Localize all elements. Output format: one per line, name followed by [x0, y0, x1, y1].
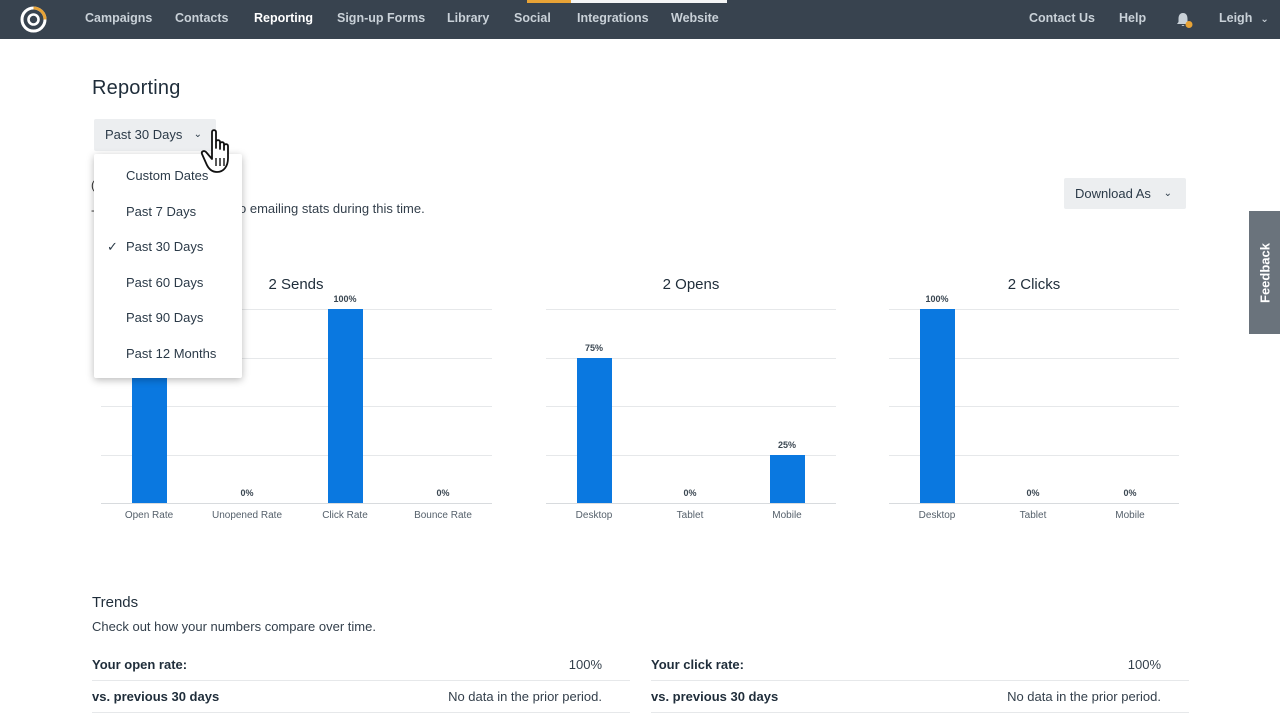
trend-value: 100% — [1127, 657, 1161, 672]
category-label: Open Rate — [124, 510, 174, 521]
chart-gridline — [546, 309, 836, 310]
checkmark-icon: ✓ — [107, 239, 118, 254]
feedback-tab[interactable]: Feedback — [1249, 211, 1280, 334]
bar-data-label: 0% — [1026, 488, 1040, 498]
chart-title: 2 Clicks — [1007, 276, 1061, 293]
trend-value: 100% — [568, 657, 602, 672]
stats-hint-text: o emailing stats during this time. — [239, 201, 425, 216]
chart-title: 2 Sends — [268, 276, 324, 293]
menu-item-label: Past 60 Days — [126, 275, 204, 290]
menu-item-past-12-months[interactable]: Past 12 Months — [94, 337, 242, 371]
logo-icon[interactable] — [20, 6, 47, 33]
user-menu[interactable]: Leigh ⌄ — [1219, 0, 1269, 39]
trend-label: Your open rate: — [92, 657, 188, 672]
menu-item-label: Past 30 Days — [126, 239, 204, 254]
nav-social[interactable]: Social — [514, 0, 551, 39]
trend-label: vs. previous 30 days — [92, 689, 220, 704]
chart-bar — [769, 454, 805, 503]
category-label: Tablet — [1019, 510, 1047, 521]
chart-bar — [919, 309, 955, 503]
category-label: Click Rate — [322, 510, 368, 521]
bar-data-label: 0% — [683, 488, 697, 498]
hand-pointer-cursor-icon — [200, 129, 229, 173]
menu-item-past-60-days[interactable]: Past 60 Days — [94, 266, 242, 300]
menu-item-past-30-days[interactable]: ✓ Past 30 Days — [94, 230, 242, 264]
category-label: Unopened Rate — [211, 510, 283, 521]
top-nav-bar: Campaigns Contacts Reporting Sign-up For… — [0, 0, 1280, 39]
trend-label: Your click rate: — [651, 657, 744, 672]
page-title: Reporting — [92, 77, 181, 99]
menu-item-label: Past 12 Months — [126, 346, 217, 361]
bar-data-label: 75% — [584, 342, 603, 353]
category-label: Desktop — [918, 510, 956, 521]
nav-integrations[interactable]: Integrations — [577, 0, 649, 39]
menu-item-label: Past 90 Days — [126, 310, 204, 325]
chevron-down-icon: ⌄ — [1163, 188, 1172, 199]
nav-website[interactable]: Website — [671, 0, 719, 39]
category-label: Mobile — [1115, 510, 1145, 521]
bar-data-label: 100% — [925, 294, 949, 304]
nav-contact-us[interactable]: Contact Us — [1029, 0, 1095, 39]
feedback-label: Feedback — [1257, 242, 1272, 303]
chart-bar — [327, 309, 363, 503]
chart-baseline — [889, 503, 1179, 504]
bar-data-label: 100% — [333, 294, 357, 304]
period-selected-label: Past 30 Days — [105, 127, 183, 142]
chart-title: 2 Opens — [662, 276, 720, 293]
category-label: Bounce Rate — [414, 510, 472, 521]
trends-subtitle: Check out how your numbers compare over … — [92, 619, 376, 634]
bar-data-label: 0% — [1123, 488, 1137, 498]
trend-row-open-rate: Your open rate: 100% — [92, 649, 630, 681]
trend-label: vs. previous 30 days — [651, 689, 779, 704]
bar-data-label: 0% — [240, 488, 254, 498]
nav-library[interactable]: Library — [447, 0, 489, 39]
trend-value: No data in the prior period. — [448, 689, 602, 704]
category-label: Tablet — [676, 510, 704, 521]
chevron-down-icon: ⌄ — [1260, 14, 1269, 25]
nav-campaigns[interactable]: Campaigns — [85, 0, 152, 39]
nav-help[interactable]: Help — [1119, 0, 1146, 39]
bar-data-label: 0% — [436, 488, 450, 498]
trends-title: Trends — [92, 594, 139, 611]
nav-reporting[interactable]: Reporting — [254, 0, 313, 39]
trend-row-click-rate: Your click rate: 100% — [651, 649, 1189, 681]
nav-contacts[interactable]: Contacts — [175, 0, 228, 39]
notification-bell-icon[interactable] — [1174, 10, 1194, 30]
trend-row-open-previous: vs. previous 30 days No data in the prio… — [92, 681, 630, 713]
menu-item-label: Custom Dates — [126, 168, 209, 183]
trend-value: No data in the prior period. — [1007, 689, 1161, 704]
menu-item-past-90-days[interactable]: Past 90 Days — [94, 301, 242, 335]
user-name: Leigh — [1219, 11, 1253, 25]
chart-bar — [576, 357, 612, 503]
download-as-button[interactable]: Download As ⌄ — [1064, 178, 1186, 209]
period-dropdown[interactable]: Past 30 Days ⌄ — [94, 119, 216, 151]
chart-baseline — [101, 503, 492, 504]
trend-row-click-previous: vs. previous 30 days No data in the prio… — [651, 681, 1189, 713]
chart-baseline — [546, 503, 836, 504]
menu-item-label: Past 7 Days — [126, 204, 197, 219]
category-label: Mobile — [772, 510, 802, 521]
bar-data-label: 25% — [777, 439, 796, 450]
category-label: Desktop — [575, 510, 613, 521]
download-as-label: Download As — [1075, 186, 1151, 201]
menu-item-past-7-days[interactable]: Past 7 Days — [94, 195, 242, 229]
period-dropdown-menu: Custom Dates Past 7 Days ✓ Past 30 Days P… — [94, 154, 242, 378]
nav-signup-forms[interactable]: Sign-up Forms — [337, 0, 425, 39]
